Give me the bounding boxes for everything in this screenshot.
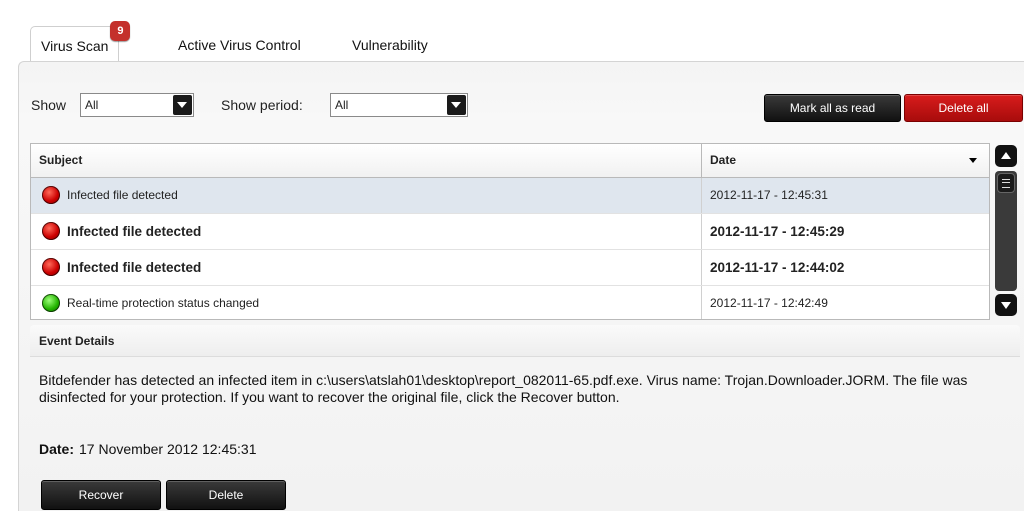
date-label: Date:	[39, 441, 75, 457]
tab-active-virus-control[interactable]: Active Virus Control	[178, 31, 301, 59]
event-subject: Infected file detected	[67, 260, 202, 275]
table-row[interactable]: Infected file detected 2012-11-17 - 12:4…	[31, 214, 989, 250]
mark-all-as-read-button[interactable]: Mark all as read	[764, 94, 901, 122]
subject-column-header[interactable]: Subject	[31, 144, 701, 177]
date-header-label: Date	[710, 153, 737, 167]
show-period-select[interactable]: All	[330, 93, 468, 117]
show-select[interactable]: All	[80, 93, 194, 117]
tab-label: Virus Scan	[41, 38, 109, 54]
chevron-down-icon	[173, 95, 192, 115]
chevron-down-icon	[447, 95, 466, 115]
scroll-down-icon[interactable]	[995, 294, 1017, 316]
tab-label: Vulnerability	[352, 37, 428, 53]
table-row[interactable]: Real-time protection status changed 2012…	[31, 286, 989, 319]
delete-all-button[interactable]: Delete all	[904, 94, 1023, 122]
event-details-header: Event Details	[30, 325, 1020, 357]
recover-button[interactable]: Recover	[41, 480, 161, 510]
event-subject: Infected file detected	[67, 188, 178, 202]
tab-label: Active Virus Control	[178, 37, 301, 53]
show-period-select-value: All	[335, 98, 349, 112]
event-date: 2012-11-17 - 12:44:02	[701, 250, 989, 285]
table-header: Subject Date	[31, 144, 989, 178]
event-subject: Infected file detected	[67, 224, 202, 239]
event-date: 2012-11-17 - 12:42:49	[701, 286, 989, 319]
events-table: Subject Date Infected file detected 2012…	[30, 143, 990, 320]
date-value: 17 November 2012 12:45:31	[79, 441, 257, 457]
tab-bar: Virus Scan 9 Active Virus Control Vulner…	[30, 18, 1020, 63]
event-date: 2012-11-17 - 12:45:29	[701, 214, 989, 249]
tab-vulnerability[interactable]: Vulnerability	[352, 31, 428, 59]
show-select-value: All	[85, 98, 99, 112]
table-row[interactable]: Infected file detected 2012-11-17 - 12:4…	[31, 178, 989, 214]
scroll-up-icon[interactable]	[995, 145, 1017, 167]
tab-virus-scan[interactable]: Virus Scan 9	[30, 21, 131, 63]
delete-button[interactable]: Delete	[166, 480, 286, 510]
event-details-text: Bitdefender has detected an infected ite…	[39, 372, 968, 405]
event-subject: Real-time protection status changed	[67, 296, 260, 310]
event-date: 2012-11-17 - 12:45:31	[701, 178, 989, 213]
sort-desc-icon	[969, 158, 977, 163]
table-scrollbar[interactable]	[993, 143, 1019, 318]
event-details-date: Date: 17 November 2012 12:45:31	[39, 441, 256, 457]
notification-badge: 9	[110, 21, 131, 41]
show-period-label: Show period:	[221, 97, 303, 113]
date-column-header[interactable]: Date	[701, 144, 989, 177]
table-row[interactable]: Infected file detected 2012-11-17 - 12:4…	[31, 250, 989, 286]
show-label: Show	[31, 97, 67, 113]
scroll-thumb-icon[interactable]	[997, 173, 1015, 193]
